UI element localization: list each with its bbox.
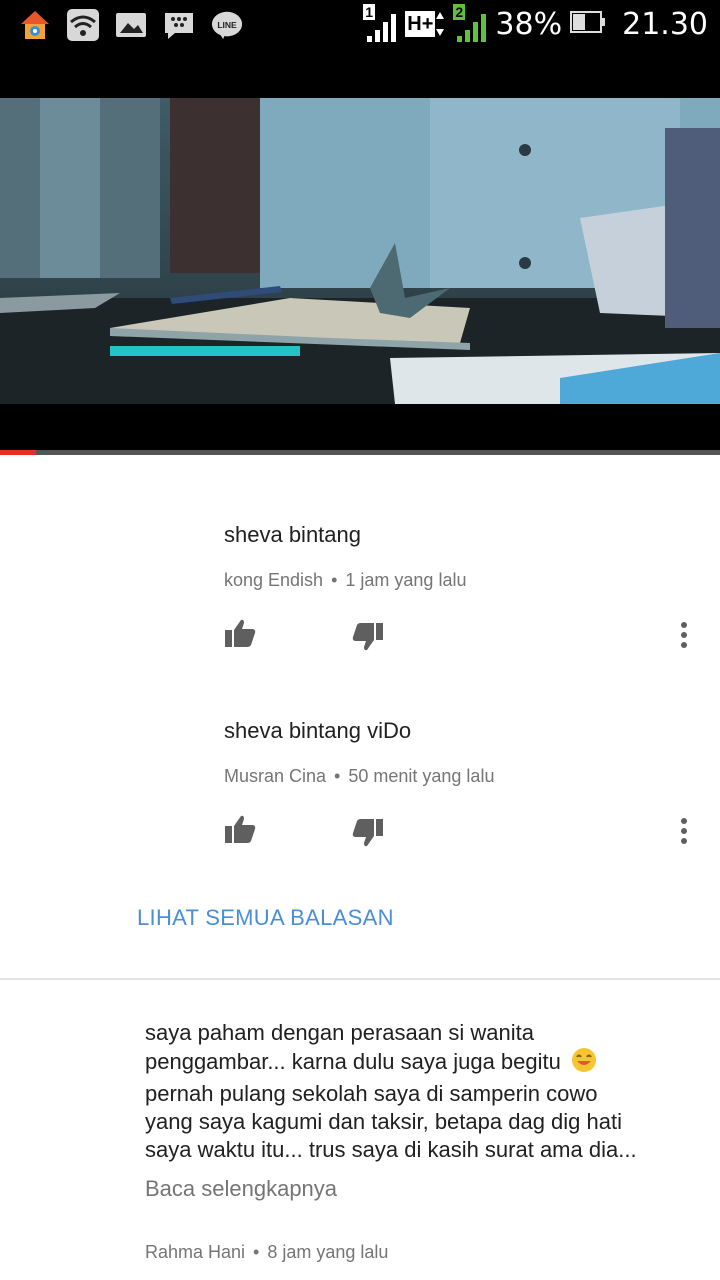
- comment-meta: Rahma Hani • 8 jam yang lalu: [145, 1242, 695, 1263]
- video-player[interactable]: [0, 50, 720, 452]
- reply-actions: [224, 814, 694, 854]
- comment-line-text: penggambar... karna dulu saya juga begit…: [145, 1049, 561, 1074]
- wifi-icon: [66, 8, 100, 42]
- meta-separator: •: [331, 570, 338, 590]
- divider: [0, 978, 720, 980]
- clock: 21.30: [622, 6, 708, 42]
- reply-author[interactable]: kong Endish: [224, 570, 323, 590]
- comment-line: penggambar... karna dulu saya juga begit…: [145, 1047, 695, 1080]
- comment-author[interactable]: Rahma Hani: [145, 1242, 245, 1262]
- thumbs-down-icon: [352, 819, 383, 847]
- reply-text: sheva bintang: [224, 522, 361, 547]
- comment-line: pernah pulang sekolah saya di samperin c…: [145, 1081, 598, 1106]
- thumbs-down-icon: [352, 623, 383, 651]
- bbm-icon: [162, 8, 196, 42]
- more-vert-icon: [681, 818, 687, 844]
- comment-body: saya paham dengan perasaan si wanita pen…: [145, 1019, 695, 1164]
- battery-icon: [570, 10, 606, 39]
- home-launcher-icon: [18, 8, 52, 42]
- reply-time: 50 menit yang lalu: [348, 766, 495, 786]
- network-type-badge: H+: [405, 9, 445, 39]
- meta-separator: •: [334, 766, 341, 786]
- comment-line: yang saya kagumi dan taksir, betapa dag …: [145, 1109, 622, 1134]
- reply-text: sheva bintang viDo: [224, 718, 412, 743]
- reply-item: sheva bintang viDo Musran Cina • 50 menit …: [224, 718, 694, 787]
- network-type-label: H+: [405, 11, 436, 37]
- video-frame[interactable]: [0, 98, 720, 404]
- dislike-button[interactable]: [352, 622, 384, 657]
- reply-item: sheva bintang kong Endish • 1 jam yang lal…: [224, 522, 694, 591]
- more-vert-icon: [681, 622, 687, 648]
- reply-actions: [224, 618, 694, 658]
- reply-time: 1 jam yang lalu: [345, 570, 467, 590]
- like-button[interactable]: [224, 618, 256, 653]
- thumbs-up-icon: [225, 815, 256, 843]
- gallery-icon: [114, 8, 148, 42]
- line-icon: LINE: [210, 8, 244, 42]
- reply-meta: kong Endish • 1 jam yang lalu: [224, 570, 694, 591]
- video-progress-fill: [0, 450, 36, 455]
- data-activity-icon: [436, 12, 445, 36]
- comment-line: saya paham dengan perasaan si wanita: [145, 1020, 534, 1045]
- read-more-link[interactable]: Baca selengkapnya: [145, 1176, 695, 1202]
- comment-item: saya paham dengan perasaan si wanita pen…: [145, 1019, 695, 1263]
- signal-sim1-icon: 1: [363, 4, 397, 44]
- signal-sim2-icon: 2: [453, 4, 487, 44]
- battery-percent: 38%: [495, 6, 563, 42]
- thumbs-up-icon: [225, 619, 256, 647]
- video-progress-bar[interactable]: [0, 450, 720, 455]
- meta-separator: •: [253, 1242, 260, 1262]
- reply-author[interactable]: Musran Cina: [224, 766, 326, 786]
- smile-emoji-icon: [571, 1047, 597, 1080]
- see-all-replies-link[interactable]: LIHAT SEMUA BALASAN: [137, 905, 394, 931]
- more-options-button[interactable]: [680, 818, 688, 849]
- comment-time: 8 jam yang lalu: [267, 1242, 389, 1262]
- like-button[interactable]: [224, 814, 256, 849]
- status-bar: LINE 1 H+ 2 38% 21.30: [0, 0, 720, 50]
- reply-meta: Musran Cina • 50 menit yang lalu: [224, 766, 694, 787]
- line-icon-text: LINE: [217, 20, 237, 30]
- comment-line: saya waktu itu... trus saya di kasih sur…: [145, 1137, 637, 1162]
- more-options-button[interactable]: [680, 622, 688, 653]
- dislike-button[interactable]: [352, 818, 384, 853]
